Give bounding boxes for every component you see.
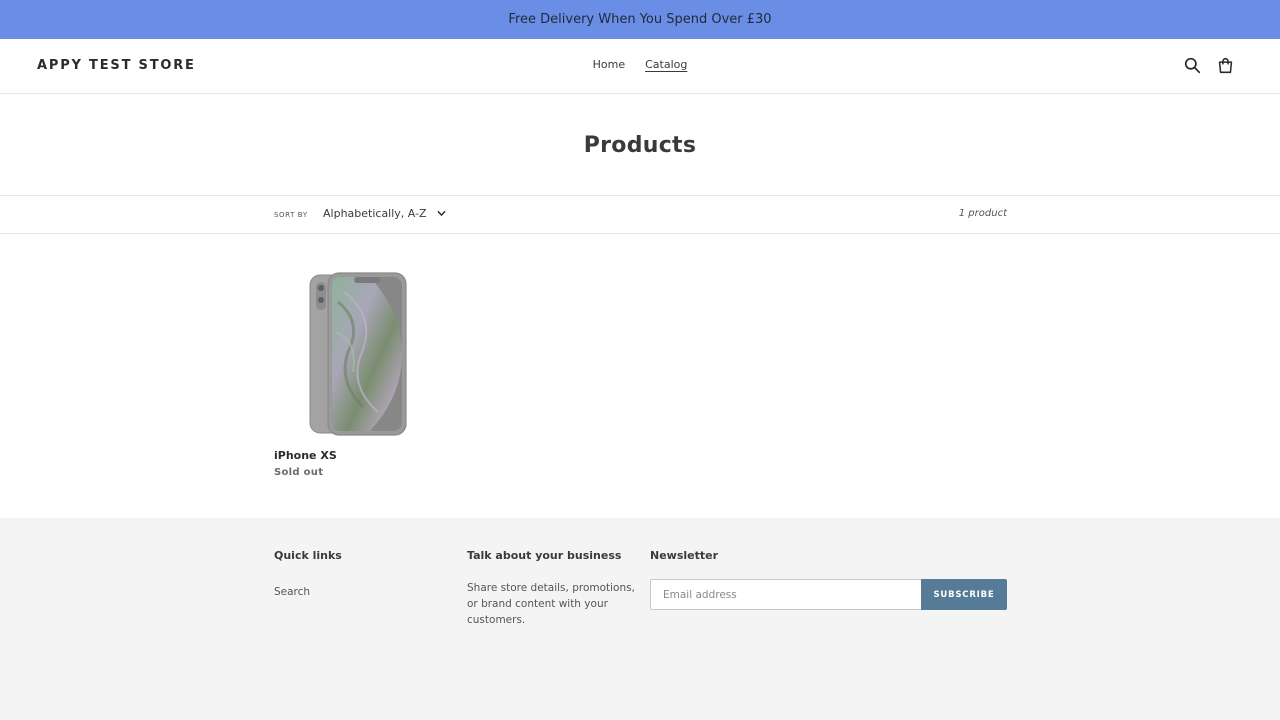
footer-business: Talk about your business Share store det…	[467, 549, 637, 628]
sort-select[interactable]: Alphabetically, A-Z	[323, 207, 446, 220]
announcement-bar: Free Delivery When You Spend Over £30	[0, 0, 1280, 39]
footer-business-text: Share store details, promotions, or bran…	[467, 582, 635, 626]
page-title: Products	[583, 133, 697, 158]
main-nav: Home Catalog	[0, 58, 1280, 71]
search-icon[interactable]	[1184, 57, 1201, 74]
footer-quick-links: Quick links Search	[274, 549, 342, 599]
collection-header: Products	[0, 94, 1280, 196]
product-title: iPhone XS	[274, 449, 337, 462]
site-footer: Quick links Search Talk about your busin…	[0, 518, 1280, 720]
site-header: APPY TEST STORE Home Catalog	[0, 39, 1280, 94]
footer-link-search[interactable]: Search	[274, 586, 310, 598]
nav-item-home[interactable]: Home	[593, 58, 625, 71]
sort-select-value: Alphabetically, A-Z	[323, 207, 427, 220]
announcement-text: Free Delivery When You Spend Over £30	[508, 12, 772, 27]
sort-label: Sort by	[274, 211, 308, 219]
footer-business-heading: Talk about your business	[467, 549, 622, 562]
subscribe-button[interactable]: Subscribe	[921, 579, 1007, 610]
product-count: 1 product	[958, 208, 1007, 219]
product-status-badge: Sold out	[274, 467, 324, 478]
nav-item-catalog[interactable]: Catalog	[645, 58, 687, 71]
header-icons	[1184, 57, 1234, 74]
phone-image	[309, 272, 407, 436]
footer-newsletter: Newsletter Subscribe	[650, 549, 1007, 610]
product-grid: iPhone XS Sold out	[0, 234, 1280, 518]
chevron-down-icon	[437, 210, 445, 216]
footer-newsletter-heading: Newsletter	[650, 549, 719, 562]
cart-icon[interactable]	[1217, 57, 1234, 74]
product-card[interactable]: iPhone XS Sold out	[274, 272, 446, 478]
product-image	[274, 272, 446, 436]
footer-quick-links-heading: Quick links	[274, 549, 342, 562]
filters-bar: Sort by Alphabetically, A-Z 1 product	[0, 196, 1280, 234]
newsletter-form: Subscribe	[650, 579, 1007, 610]
email-input[interactable]	[650, 579, 921, 610]
